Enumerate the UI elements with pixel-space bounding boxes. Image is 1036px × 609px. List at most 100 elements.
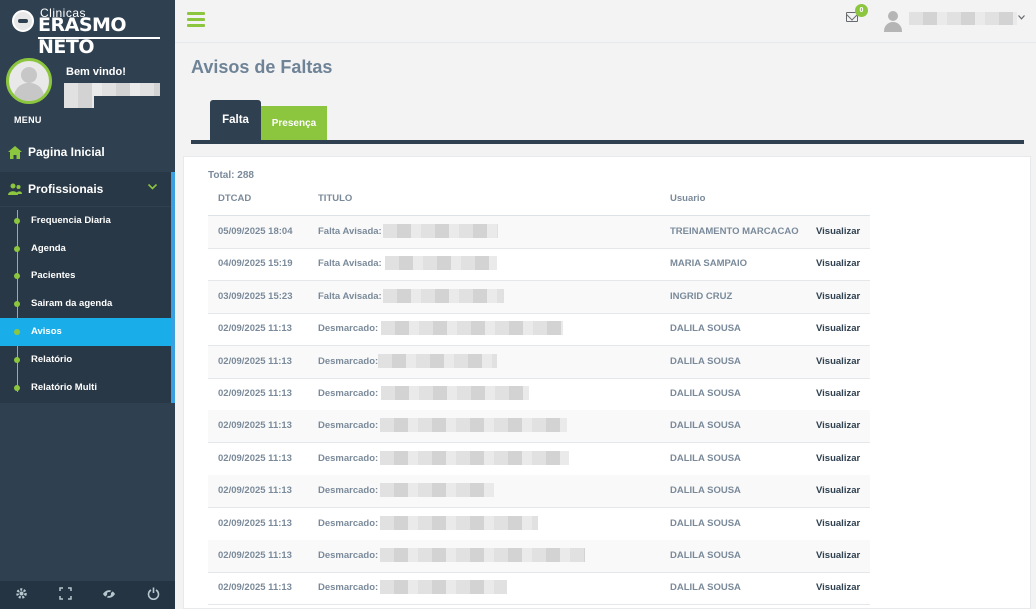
cell-usuario: DALILA SOUSA bbox=[670, 517, 741, 529]
redacted-patient-name bbox=[383, 224, 498, 238]
cell-usuario: TREINAMENTO MARCACAO bbox=[670, 226, 799, 237]
cell-usuario: DALILA SOUSA bbox=[670, 582, 741, 594]
sidebar-item-pacientes[interactable]: Pacientes bbox=[0, 262, 171, 290]
cell-titulo: Desmarcado: bbox=[318, 420, 379, 432]
top-navbar: 0 bbox=[175, 0, 1036, 43]
visualizar-link[interactable]: Visualizar bbox=[816, 291, 860, 302]
nav-profissionais[interactable]: Profissionais bbox=[0, 172, 175, 206]
visualizar-link[interactable]: Visualizar bbox=[816, 582, 860, 593]
user-name-redacted[interactable] bbox=[909, 12, 1017, 25]
user-name-redacted-2 bbox=[64, 96, 94, 108]
welcome-text: Bem vindo! bbox=[66, 66, 126, 78]
cell-titulo: Falta Avisada: bbox=[318, 258, 382, 270]
hamburger-menu-icon[interactable] bbox=[187, 12, 205, 28]
cell-titulo: Desmarcado: bbox=[318, 485, 379, 497]
users-icon bbox=[8, 182, 22, 196]
table-row: 03/09/2025 15:23 Falta Avisada: INGRID CRU… bbox=[208, 280, 870, 314]
gear-icon[interactable] bbox=[15, 587, 28, 603]
redacted-patient-name bbox=[380, 450, 569, 465]
brand-logo[interactable]: Clinicas ERASMO NETO bbox=[0, 0, 175, 58]
tab-bar: Falta Presença bbox=[191, 100, 1024, 144]
redacted-patient-name bbox=[378, 353, 497, 368]
visualizar-link[interactable]: Visualizar bbox=[816, 226, 860, 237]
redacted-patient-name bbox=[385, 256, 497, 271]
menu-label: MENU bbox=[14, 115, 42, 125]
visualizar-link[interactable]: Visualizar bbox=[816, 550, 860, 561]
visualizar-link[interactable]: Visualizar bbox=[816, 258, 860, 269]
column-header-titulo: TITULO bbox=[318, 193, 353, 204]
table-row: 02/09/2025 11:13 Desmarcado: DALILA SOUSA V… bbox=[208, 475, 870, 509]
avatar[interactable] bbox=[6, 58, 52, 104]
table-row: 02/09/2025 11:13 Desmarcado: DALILA SOUSA V… bbox=[208, 313, 870, 347]
cell-dtcad: 02/09/2025 11:13 bbox=[218, 517, 292, 529]
eye-slash-icon[interactable] bbox=[102, 587, 116, 603]
table-row: 02/09/2025 11:13 Desmarcado: DALILA SOUSA V… bbox=[208, 540, 870, 573]
table-row: 02/09/2025 11:13 Desmarcado: DALILA SOUSA V… bbox=[208, 443, 870, 476]
cell-usuario: DALILA SOUSA bbox=[670, 388, 741, 399]
visualizar-link[interactable]: Visualizar bbox=[816, 388, 860, 399]
sidebar-item-sairam-da-agenda[interactable]: Sairam da agenda bbox=[0, 290, 171, 318]
user-avatar-icon[interactable] bbox=[883, 10, 903, 32]
cell-titulo: Desmarcado: bbox=[318, 355, 379, 367]
sidebar-item-frequencia-diaria[interactable]: Frequencia Diaria bbox=[0, 207, 171, 235]
nav-profissionais-label: Profissionais bbox=[28, 182, 104, 196]
chevron-down-icon[interactable] bbox=[1018, 12, 1025, 22]
visualizar-link[interactable]: Visualizar bbox=[816, 356, 860, 367]
user-name-redacted bbox=[64, 83, 160, 96]
home-icon bbox=[8, 145, 22, 159]
notification-badge: 0 bbox=[855, 4, 868, 17]
table-row: 05/09/2025 18:04 Falta Avisada: TREINAMENT… bbox=[208, 216, 870, 249]
redacted-patient-name bbox=[380, 515, 538, 530]
tab-falta[interactable]: Falta bbox=[210, 100, 261, 140]
redacted-patient-name bbox=[381, 321, 563, 336]
redacted-patient-name bbox=[381, 386, 529, 400]
visualizar-link[interactable]: Visualizar bbox=[816, 420, 860, 431]
cell-titulo: Desmarcado: bbox=[318, 452, 379, 464]
sidebar-item-agenda[interactable]: Agenda bbox=[0, 235, 171, 263]
cell-titulo: Falta Avisada: bbox=[318, 226, 382, 237]
redacted-patient-name bbox=[380, 483, 494, 498]
power-icon[interactable] bbox=[147, 587, 160, 603]
visualizar-link[interactable]: Visualizar bbox=[816, 453, 860, 464]
nav-home[interactable]: Pagina Inicial bbox=[0, 135, 175, 169]
cell-usuario: DALILA SOUSA bbox=[670, 355, 741, 367]
cell-usuario: DALILA SOUSA bbox=[670, 420, 741, 432]
visualizar-link[interactable]: Visualizar bbox=[816, 485, 860, 496]
redacted-patient-name bbox=[380, 418, 567, 433]
nav-home-label: Pagina Inicial bbox=[28, 145, 105, 159]
column-header-usuario: Usuario bbox=[670, 193, 706, 204]
cell-dtcad: 02/09/2025 11:13 bbox=[218, 420, 292, 432]
cell-titulo: Desmarcado: bbox=[318, 388, 379, 399]
sidebar-footer bbox=[0, 581, 175, 609]
cell-dtcad: 02/09/2025 11:13 bbox=[218, 550, 292, 561]
cell-dtcad: 05/09/2025 18:04 bbox=[218, 226, 293, 237]
sidebar-item-relatorio[interactable]: Relatório bbox=[0, 346, 171, 374]
cell-dtcad: 03/09/2025 15:23 bbox=[218, 290, 293, 302]
cell-titulo: Falta Avisada: bbox=[318, 290, 382, 302]
page-title: Avisos de Faltas bbox=[191, 57, 333, 77]
table-row: 02/09/2025 11:13 Desmarcado: DALILA SOUSA V… bbox=[208, 572, 870, 606]
cell-usuario: MARIA SAMPAIO bbox=[670, 258, 748, 270]
cell-titulo: Desmarcado: bbox=[318, 582, 379, 594]
cell-dtcad: 02/09/2025 11:13 bbox=[218, 452, 292, 464]
tab-presenca[interactable]: Presença bbox=[261, 106, 327, 140]
visualizar-link[interactable]: Visualizar bbox=[816, 518, 860, 529]
sidebar-item-relatorio-multi[interactable]: Relatório Multi bbox=[0, 374, 171, 402]
logo-face-icon bbox=[12, 10, 34, 32]
redacted-patient-name bbox=[383, 288, 504, 303]
visualizar-link[interactable]: Visualizar bbox=[816, 323, 860, 334]
expand-icon[interactable] bbox=[59, 587, 72, 603]
table-row: 04/09/2025 15:19 Falta Avisada: MARIA SAMP… bbox=[208, 248, 870, 282]
table-row: 02/09/2025 11:13 Desmarcado: DALILA SOUSA V… bbox=[208, 410, 870, 444]
redacted-patient-name bbox=[380, 580, 507, 595]
cell-dtcad: 04/09/2025 15:19 bbox=[218, 258, 293, 270]
total-count: Total: 288 bbox=[208, 170, 254, 181]
cell-usuario: DALILA SOUSA bbox=[670, 323, 741, 335]
table-row: 02/09/2025 11:13 Desmarcado: DALILA SOUSA V… bbox=[208, 378, 870, 411]
cell-usuario: DALILA SOUSA bbox=[670, 550, 741, 561]
cell-dtcad: 02/09/2025 11:13 bbox=[218, 388, 292, 399]
cell-titulo: Desmarcado: bbox=[318, 550, 379, 561]
sidebar-item-avisos[interactable]: Avisos bbox=[0, 318, 172, 346]
cell-usuario: INGRID CRUZ bbox=[670, 290, 733, 302]
redacted-patient-name bbox=[380, 548, 585, 562]
